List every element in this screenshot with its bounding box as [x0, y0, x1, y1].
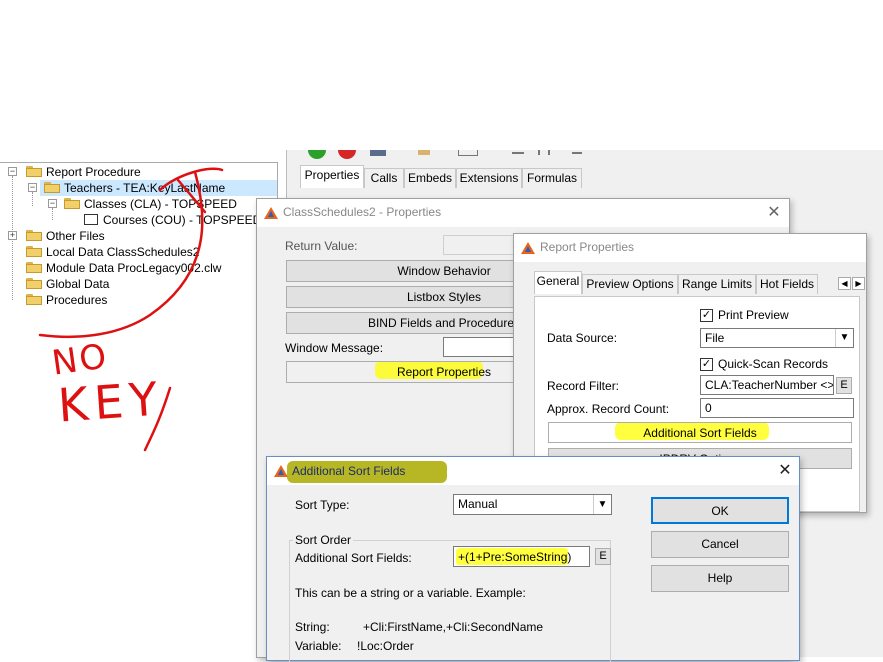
return-value-field[interactable] [443, 235, 523, 255]
class-schedules-titlebar: ClassSchedules2 - Properties ✕ [257, 199, 789, 227]
tab-calls[interactable]: Calls [364, 168, 404, 188]
data-source-value: File [705, 331, 725, 345]
save-icon[interactable] [370, 150, 386, 156]
quick-scan-label: Quick-Scan Records [718, 357, 829, 371]
additional-sort-e-button[interactable]: E [595, 548, 611, 565]
tab-preview-options[interactable]: Preview Options [582, 274, 678, 294]
additional-sort-fields-button[interactable]: Additional Sort Fields [548, 422, 852, 443]
tab-embeds[interactable]: Embeds [404, 168, 456, 188]
record-filter-field[interactable]: CLA:TeacherNumber <> [700, 375, 834, 395]
sort-type-value: Manual [458, 497, 498, 511]
clarion-logo-icon [521, 242, 535, 254]
stop-icon[interactable] [338, 150, 356, 159]
main-tabs: Properties Calls Embeds Extensions Formu… [300, 165, 600, 192]
tab-range-limits[interactable]: Range Limits [678, 274, 756, 294]
copy-icon[interactable] [538, 150, 550, 155]
additional-sort-label: Additional Sort Fields: [295, 551, 412, 565]
class-schedules-title: ClassSchedules2 - Properties [283, 205, 442, 219]
ok-button[interactable]: OK [651, 497, 789, 524]
tab-scroll-right-icon[interactable]: ▶ [852, 277, 865, 290]
print-preview-checkbox[interactable]: ✓ [700, 309, 713, 322]
go-icon[interactable] [308, 150, 326, 159]
edit-icon[interactable] [418, 150, 430, 155]
close-icon[interactable]: ✕ [775, 461, 795, 481]
print-preview-label: Print Preview [718, 308, 789, 322]
sort-order-label: Sort Order [293, 533, 354, 547]
string-example: +Cli:FirstName,+Cli:SecondName [363, 620, 544, 634]
window-message-label: Window Message: [285, 341, 384, 355]
tab-properties[interactable]: Properties [300, 165, 364, 188]
toolbar [300, 150, 600, 160]
variable-example: !Loc:Order [357, 639, 414, 653]
paste-icon[interactable] [572, 152, 582, 154]
close-icon[interactable]: ✕ [764, 203, 784, 223]
sort-dialog-window: Additional Sort Fields ✕ Sort Type: Manu… [266, 456, 800, 662]
window-message-field[interactable] [443, 337, 523, 357]
additional-sort-field[interactable]: +(1+Pre:SomeString) [453, 546, 590, 567]
sort-dialog-titlebar: Additional Sort Fields ✕ [267, 457, 799, 485]
variable-label: Variable: [295, 639, 342, 653]
tab-hot-fields[interactable]: Hot Fields [756, 274, 818, 294]
annotation-text-key: KEY [56, 371, 166, 433]
chevron-down-icon[interactable]: ▼ [835, 329, 853, 347]
report-properties-titlebar: Report Properties [514, 234, 866, 262]
approx-count-label: Approx. Record Count: [547, 402, 670, 416]
return-value-label: Return Value: [285, 239, 358, 253]
tab-extensions[interactable]: Extensions [456, 168, 522, 188]
clarion-logo-icon [274, 465, 288, 477]
sort-type-label: Sort Type: [295, 498, 350, 512]
tab-general[interactable]: General [534, 271, 582, 294]
approx-count-field[interactable]: 0 [700, 398, 854, 418]
report-properties-title: Report Properties [540, 240, 635, 254]
quick-scan-checkbox[interactable]: ✓ [700, 358, 713, 371]
record-filter-label: Record Filter: [547, 379, 620, 393]
data-source-label: Data Source: [547, 331, 618, 345]
help-button[interactable]: Help [651, 565, 789, 592]
data-source-select[interactable]: File ▼ [700, 328, 854, 348]
tab-formulas[interactable]: Formulas [522, 168, 582, 188]
additional-sort-value: +(1+Pre:SomeString) [458, 550, 572, 564]
record-filter-e-button[interactable]: E [836, 377, 852, 394]
clarion-logo-icon [264, 207, 278, 219]
tab-scroll-left-icon[interactable]: ◀ [838, 277, 851, 290]
help-text: This can be a string or a variable. Exam… [295, 586, 526, 600]
cut-icon[interactable] [512, 152, 524, 154]
string-label: String: [295, 620, 330, 634]
chevron-down-icon[interactable]: ▼ [593, 495, 611, 514]
sort-dialog-title: Additional Sort Fields [292, 464, 406, 478]
list-icon[interactable] [458, 150, 478, 156]
cancel-button[interactable]: Cancel [651, 531, 789, 558]
report-tab-strip: General Preview Options Range Limits Hot… [534, 271, 865, 296]
sort-type-select[interactable]: Manual ▼ [453, 494, 612, 515]
